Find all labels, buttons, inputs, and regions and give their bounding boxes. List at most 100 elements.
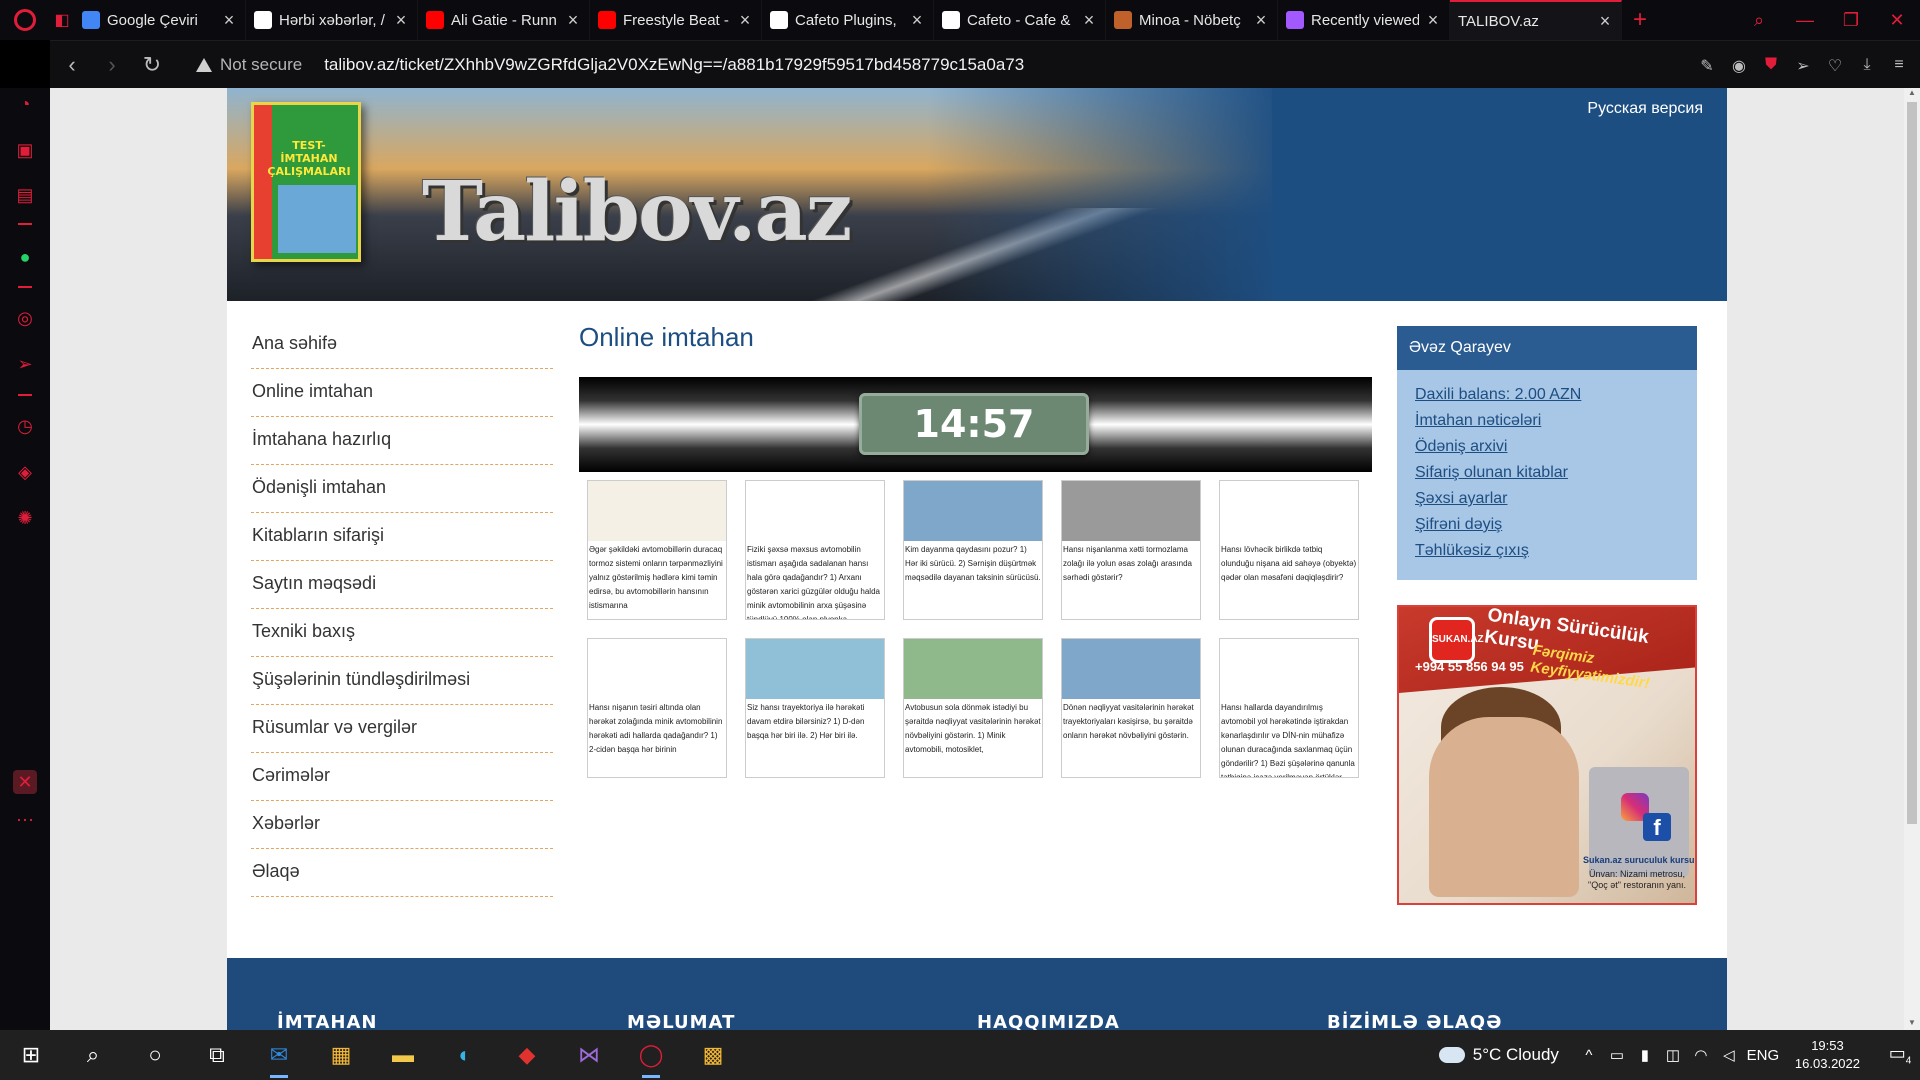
browser-tab[interactable]: Minoa - Nöbetç × — [1106, 0, 1278, 40]
nav-link[interactable]: Cərimələr — [251, 753, 553, 801]
close-tab-icon[interactable]: × — [1597, 12, 1613, 30]
url-input[interactable]: talibov.az/ticket/ZXhhbV9wZGRfdGlja2V0Xz… — [324, 55, 1024, 75]
file-explorer-icon[interactable]: ▬ — [372, 1030, 434, 1080]
vpn-shield-icon[interactable]: ⛊ — [1762, 56, 1780, 74]
nav-link[interactable]: Saytın məqsədi — [251, 561, 553, 609]
send-icon[interactable]: ➢ — [13, 352, 37, 376]
forward-button[interactable]: › — [92, 52, 132, 78]
question-card[interactable]: Hansı nişanın təsiri altında olan hərəkə… — [587, 638, 727, 778]
visual-studio-icon[interactable]: ⋈ — [558, 1030, 620, 1080]
edge-icon[interactable]: ◐ — [434, 1030, 496, 1080]
browser-tab[interactable]: Cafeto Plugins, × — [762, 0, 934, 40]
sukan-ad-banner[interactable]: SUKAN.AZ Onlayn Sürücülük Kursu Fərqimiz… — [1397, 605, 1697, 905]
settings-gear-icon[interactable]: ✺ — [13, 506, 37, 530]
search-tabs-icon[interactable]: ⌕ — [1736, 10, 1782, 31]
reload-button[interactable]: ↻ — [132, 52, 172, 78]
user-link[interactable]: Daxili balans: 2.00 AZN — [1397, 382, 1697, 408]
close-tab-icon[interactable]: × — [909, 11, 925, 29]
close-tab-icon[interactable]: × — [1081, 11, 1097, 29]
question-card[interactable]: Avtobusun sola dönmək istədiyi bu şərait… — [903, 638, 1043, 778]
notification-icon[interactable]: ▭4 — [1880, 1043, 1920, 1067]
close-tab-icon[interactable]: × — [393, 11, 409, 29]
user-link[interactable]: Ödəniş arxivi — [1397, 434, 1697, 460]
user-link[interactable]: Təhlükəsiz çıxış — [1397, 538, 1697, 564]
windows-start-icon[interactable]: ⊞ — [0, 1030, 62, 1080]
nav-link[interactable]: Ödənişli imtahan — [251, 465, 553, 513]
extensions-cube-icon[interactable]: ◈ — [13, 460, 37, 484]
nav-link[interactable]: Xəbərlər — [251, 801, 553, 849]
question-card[interactable]: Siz hansı trayektoriya ilə hərəkəti dava… — [745, 638, 885, 778]
battery-icon[interactable]: ▮ — [1631, 1046, 1659, 1064]
meet-icon[interactable]: ▭ — [1603, 1046, 1631, 1064]
edit-icon[interactable]: ✎ — [1698, 56, 1716, 75]
opera-gx-icon[interactable]: ◯ — [620, 1030, 682, 1080]
twitch-icon[interactable]: ▤ — [13, 183, 37, 207]
store-icon[interactable]: ▦ — [310, 1030, 372, 1080]
nav-link[interactable]: Online imtahan — [251, 369, 553, 417]
minimize-button[interactable]: — — [1782, 10, 1828, 31]
search-icon[interactable]: ⌕ — [62, 1030, 124, 1080]
clock[interactable]: 19:53 16.03.2022 — [1795, 1037, 1860, 1073]
user-link[interactable]: İmtahan nəticələri — [1397, 408, 1697, 434]
new-tab-button[interactable]: + — [1622, 6, 1658, 34]
nav-link[interactable]: Rüsumlar və vergilər — [251, 705, 553, 753]
speed-dial-icon[interactable]: ◔ — [13, 92, 37, 116]
download-icon[interactable]: ⤓ — [1858, 56, 1876, 74]
question-card[interactable]: Hansı lövhəcik birlikdə tətbiq olunduğu … — [1219, 480, 1359, 620]
cortana-icon[interactable]: ○ — [124, 1030, 186, 1080]
browser-tab[interactable]: Freestyle Beat - × — [590, 0, 762, 40]
user-link[interactable]: Şifrəni dəyiş — [1397, 512, 1697, 538]
back-button[interactable]: ‹ — [52, 52, 92, 78]
close-tab-icon[interactable]: × — [565, 11, 581, 29]
nav-link[interactable]: Texniki baxış — [251, 609, 553, 657]
nav-link[interactable]: Ana səhifə — [251, 321, 553, 369]
close-tab-icon[interactable]: × — [1253, 11, 1269, 29]
question-card[interactable]: Fiziki şəxsə məxsus avtomobilin istismar… — [745, 480, 885, 620]
mail-icon[interactable]: ✉ — [248, 1030, 310, 1080]
more-icon[interactable]: ⋯ — [13, 808, 37, 832]
pinboard-icon[interactable]: ✕ — [13, 770, 37, 794]
maximize-button[interactable]: ❐ — [1828, 10, 1874, 31]
history-icon[interactable]: ◷ — [13, 414, 37, 438]
close-window-button[interactable]: ✕ — [1874, 10, 1920, 31]
question-card[interactable]: Hansı nişanlanma xətti tormozlama zolağı… — [1061, 480, 1201, 620]
player-icon[interactable]: ◎ — [13, 306, 37, 330]
send-icon[interactable]: ➢ — [1794, 56, 1812, 75]
scroll-up-arrow[interactable]: ▲ — [1904, 88, 1920, 100]
chevron-up-icon[interactable]: ^ — [1575, 1047, 1603, 1064]
russian-version-link[interactable]: Русская версия — [1587, 100, 1703, 118]
browser-tab[interactable]: Cafeto - Cafe & × — [934, 0, 1106, 40]
menu-icon[interactable]: ≡ — [1890, 56, 1908, 74]
volume-icon[interactable]: ◁ — [1715, 1046, 1743, 1064]
browser-tab[interactable]: TALIBOV.az × — [1450, 0, 1622, 40]
security-indicator[interactable]: Not secure — [196, 55, 302, 75]
browser-tab[interactable]: Google Çeviri × — [74, 0, 246, 40]
opera-menu-button[interactable] — [0, 0, 50, 40]
user-link[interactable]: Şəxsi ayarlar — [1397, 486, 1697, 512]
app-icon[interactable]: ▩ — [682, 1030, 744, 1080]
question-card[interactable]: Əgər şəkildəki avtomobillərin duracaq to… — [587, 480, 727, 620]
close-tab-icon[interactable]: × — [737, 11, 753, 29]
task-view-icon[interactable]: ⧉ — [186, 1030, 248, 1080]
whatsapp-icon[interactable]: ● — [13, 245, 37, 269]
browser-tab[interactable]: Ali Gatie - Runn × — [418, 0, 590, 40]
site-logo[interactable]: Talibov.az — [422, 164, 852, 260]
weather-widget[interactable]: 5°C Cloudy — [1438, 1045, 1559, 1065]
game-app-icon[interactable]: ◆ — [496, 1030, 558, 1080]
gamepad-icon[interactable]: ◧ — [50, 10, 74, 30]
question-card[interactable]: Kim dayanma qaydasını pozur? 1) Hər iki … — [903, 480, 1043, 620]
nav-link[interactable]: Əlaqə — [251, 849, 553, 897]
question-card[interactable]: Hansı hallarda dayandırılmış avtomobil y… — [1219, 638, 1359, 778]
camera-icon[interactable]: ◉ — [1730, 56, 1748, 75]
page-scrollbar[interactable]: ▲ ▼ — [1904, 88, 1920, 1030]
wifi-icon[interactable]: ◠ — [1687, 1046, 1715, 1064]
nav-link[interactable]: Şüşələrinin tündləşdirilməsi — [251, 657, 553, 705]
question-card[interactable]: Dönən nəqliyyat vasitələrinin hərəkət tr… — [1061, 638, 1201, 778]
scrollbar-thumb[interactable] — [1907, 102, 1917, 824]
nav-link[interactable]: Kitabların sifarişi — [251, 513, 553, 561]
close-tab-icon[interactable]: × — [1425, 11, 1441, 29]
scroll-down-arrow[interactable]: ▼ — [1904, 1018, 1920, 1030]
close-tab-icon[interactable]: × — [221, 11, 237, 29]
heart-icon[interactable]: ♡ — [1826, 56, 1844, 75]
nav-link[interactable]: İmtahana hazırlıq — [251, 417, 553, 465]
